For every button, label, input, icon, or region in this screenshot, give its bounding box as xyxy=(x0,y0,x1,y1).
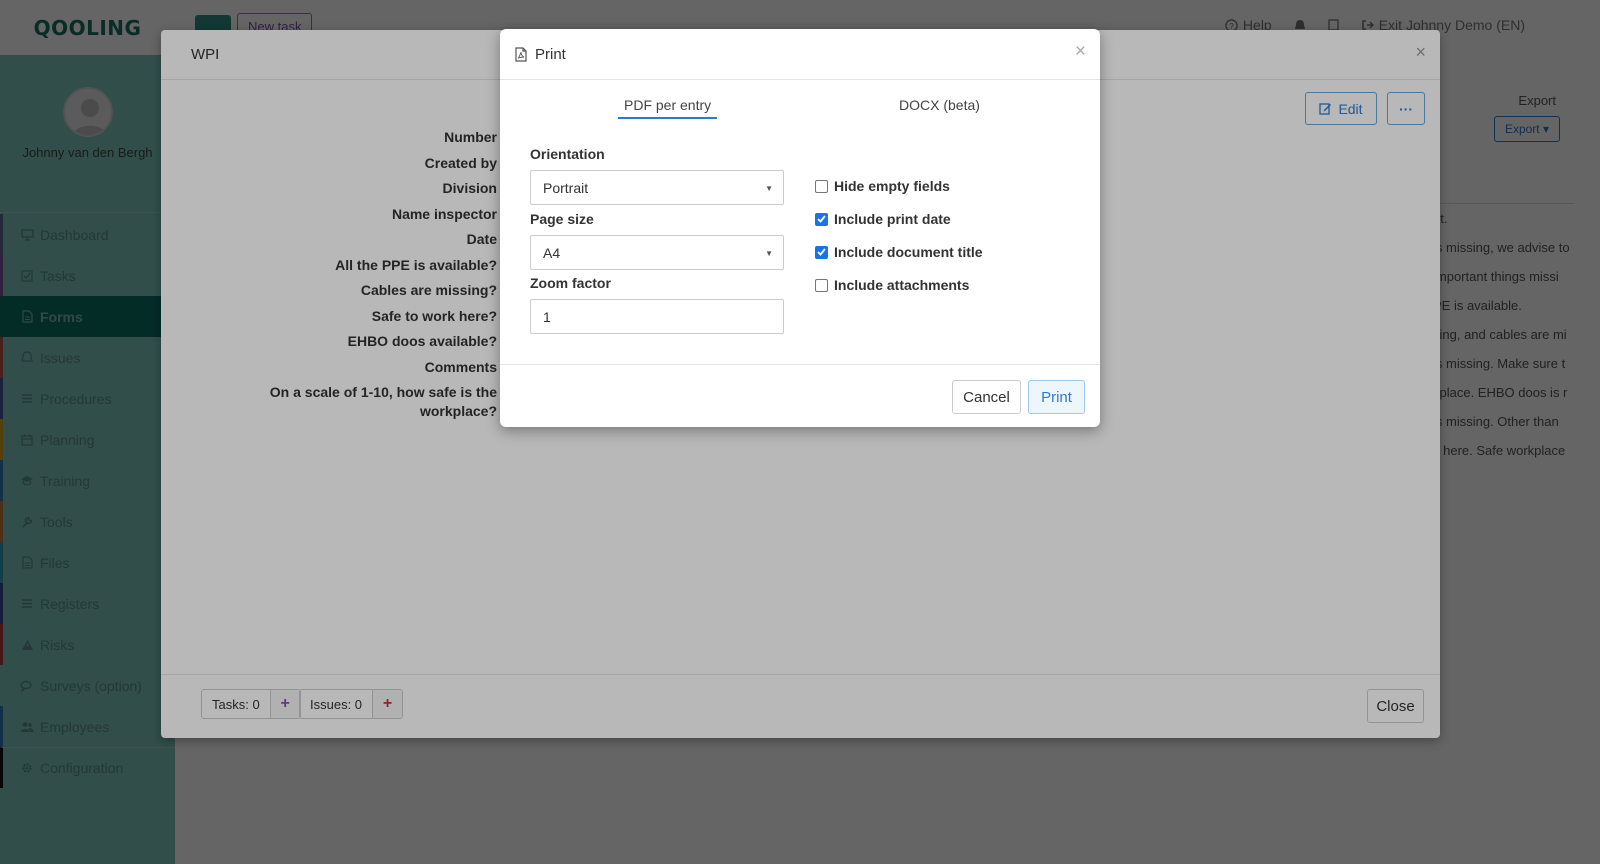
checkbox[interactable] xyxy=(815,278,828,292)
print-close-icon[interactable]: × xyxy=(1075,42,1086,61)
print-modal-header: Print xyxy=(500,29,1100,80)
tab-pdf-per-entry[interactable]: PDF per entry xyxy=(618,97,718,119)
option-hide-empty-fields[interactable]: Hide empty fields xyxy=(815,178,950,194)
caret-down-icon: ▼ xyxy=(765,184,773,193)
page-size-value: A4 xyxy=(543,244,561,261)
pdf-file-icon xyxy=(515,46,527,62)
orientation-select[interactable]: Portrait ▼ xyxy=(530,170,784,205)
tab-docx-beta[interactable]: DOCX (beta) xyxy=(899,97,980,117)
print-format-tabs: PDF per entry DOCX (beta) xyxy=(500,97,1100,125)
checkbox-label: Include document title xyxy=(834,244,983,260)
checkbox[interactable] xyxy=(815,245,828,259)
zoom-factor-label: Zoom factor xyxy=(530,275,611,291)
orientation-label: Orientation xyxy=(530,146,605,162)
checkbox[interactable] xyxy=(815,179,828,193)
cancel-button[interactable]: Cancel xyxy=(952,380,1021,414)
print-modal-title: Print xyxy=(535,45,566,63)
print-button[interactable]: Print xyxy=(1028,380,1085,414)
print-modal-footer: Cancel Print xyxy=(500,364,1100,427)
zoom-factor-input[interactable] xyxy=(530,299,784,334)
checkbox-label: Include attachments xyxy=(834,277,970,293)
checkbox-label: Include print date xyxy=(834,211,951,227)
checkbox[interactable] xyxy=(815,212,828,226)
option-include-attachments[interactable]: Include attachments xyxy=(815,277,969,293)
print-modal: Print × PDF per entry DOCX (beta) Orient… xyxy=(500,29,1100,427)
checkbox-label: Hide empty fields xyxy=(834,178,950,194)
option-include-document-title[interactable]: Include document title xyxy=(815,244,983,260)
page-size-label: Page size xyxy=(530,211,594,227)
page-size-select[interactable]: A4 ▼ xyxy=(530,235,784,270)
orientation-value: Portrait xyxy=(543,179,589,196)
caret-down-icon: ▼ xyxy=(765,249,773,258)
option-include-print-date[interactable]: Include print date xyxy=(815,211,951,227)
